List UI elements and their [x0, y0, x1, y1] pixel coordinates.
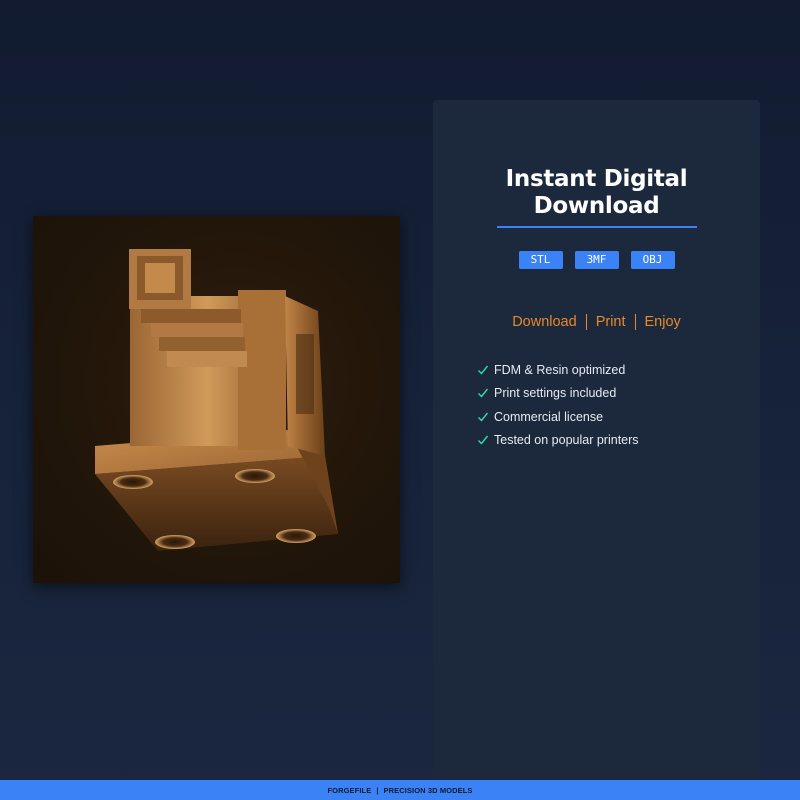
format-badge-stl[interactable]: STL	[518, 251, 563, 269]
panel-title: Instant Digital Download	[433, 166, 760, 220]
step-divider	[634, 314, 636, 330]
feature-text: Tested on popular printers	[494, 433, 639, 448]
check-icon	[477, 412, 489, 422]
panel-title-line-1: Instant Digital	[505, 166, 688, 192]
list-item: Print settings included	[477, 382, 639, 406]
check-icon	[477, 388, 489, 398]
check-icon	[477, 365, 489, 375]
list-item: Commercial license	[477, 405, 639, 429]
title-underline	[497, 226, 697, 228]
bracket-model-icon	[95, 249, 338, 551]
feature-text: Commercial license	[494, 409, 604, 424]
feature-list: FDM & Resin optimized Print settings inc…	[477, 358, 639, 452]
format-badge-3mf[interactable]: 3MF	[574, 251, 619, 269]
feature-text: FDM & Resin optimized	[494, 362, 626, 377]
step-download: Download	[512, 314, 577, 330]
step-print: Print	[595, 314, 626, 330]
format-badges: STL 3MF OBJ	[433, 251, 760, 269]
list-item: Tested on popular printers	[477, 429, 639, 453]
footer-bar: FORGEFILE | PRECISION 3D MODELS	[0, 780, 800, 800]
check-icon	[477, 435, 489, 445]
format-badge-obj[interactable]: OBJ	[630, 251, 675, 269]
info-panel: Instant Digital Download STL 3MF OBJ Dow…	[433, 100, 760, 790]
footer-brand: FORGEFILE	[327, 785, 372, 795]
list-item: FDM & Resin optimized	[477, 358, 639, 382]
steps-row: Download Print Enjoy	[433, 312, 760, 332]
panel-title-line-2: Download	[533, 193, 660, 219]
feature-text: Print settings included	[494, 386, 617, 401]
product-image	[33, 216, 400, 583]
footer-separator: |	[376, 785, 379, 795]
step-enjoy: Enjoy	[644, 314, 681, 330]
step-divider	[585, 314, 587, 330]
footer-tagline: PRECISION 3D MODELS	[383, 785, 473, 795]
